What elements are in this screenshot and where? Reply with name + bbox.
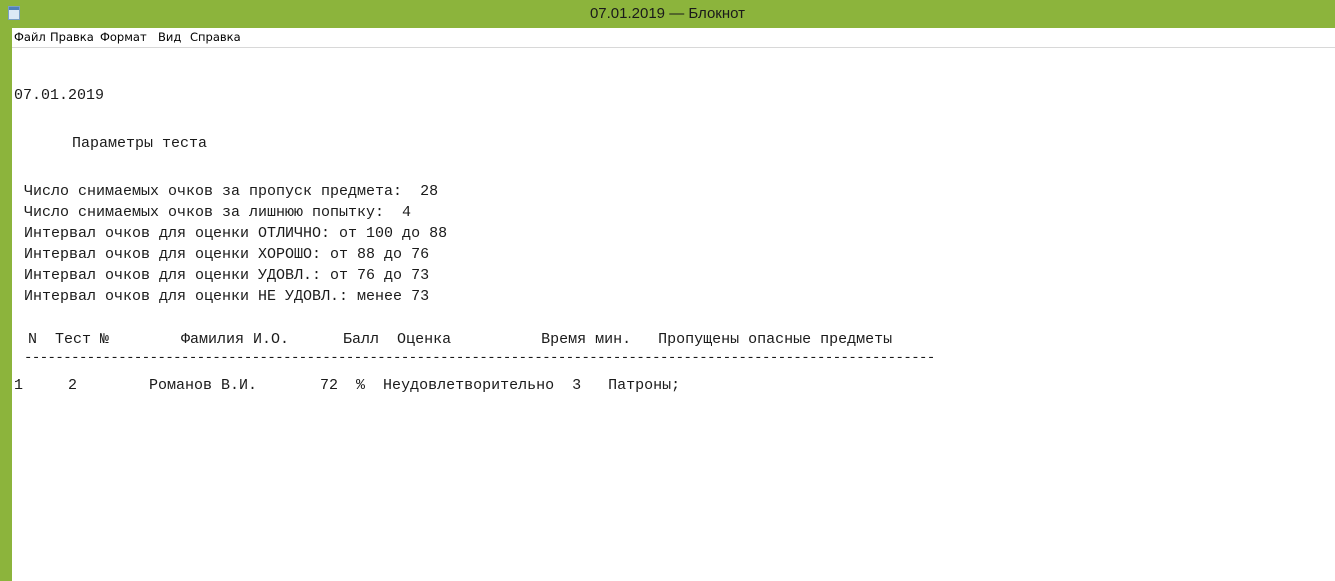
table-header: N Тест № Фамилия И.О. Балл Оценка Время … <box>28 331 893 348</box>
parameter-line: Число снимаемых очков за лишнюю попытку:… <box>24 204 412 221</box>
menu-bar: Файл Правка Формат Вид Справка <box>12 28 1335 47</box>
parameter-line: Интервал очков для оценки УДОВЛ.: от 76 … <box>24 267 430 284</box>
table-row: 1 2 Романов В.И. 72 % Неудовлетворительн… <box>14 377 681 394</box>
menu-help[interactable]: Справка <box>190 30 241 45</box>
window-title: 07.01.2019 — Блокнот <box>589 5 746 22</box>
section-heading: Параметры теста <box>72 135 208 152</box>
menu-file[interactable]: Файл <box>14 30 46 45</box>
parameter-line: Интервал очков для оценки ХОРОШО: от 88 … <box>24 246 430 263</box>
menu-view[interactable]: Вид <box>158 30 181 45</box>
document-date: 07.01.2019 <box>14 87 105 104</box>
parameter-line: Число снимаемых очков за пропуск предмет… <box>24 183 439 200</box>
parameter-line: Интервал очков для оценки НЕ УДОВЛ.: мен… <box>24 288 430 305</box>
menu-edit[interactable]: Правка <box>50 30 94 45</box>
table-separator: ----------------------------------------… <box>24 350 935 366</box>
menu-format[interactable]: Формат <box>100 30 147 45</box>
text-editor[interactable]: 07.01.2019 Параметры теста Число снимаем… <box>12 47 1335 581</box>
title-bar[interactable]: 07.01.2019 — Блокнот <box>0 0 1335 28</box>
parameter-line: Интервал очков для оценки ОТЛИЧНО: от 10… <box>24 225 448 242</box>
notepad-window: 07.01.2019 — Блокнот Файл Правка Формат … <box>0 0 1335 581</box>
